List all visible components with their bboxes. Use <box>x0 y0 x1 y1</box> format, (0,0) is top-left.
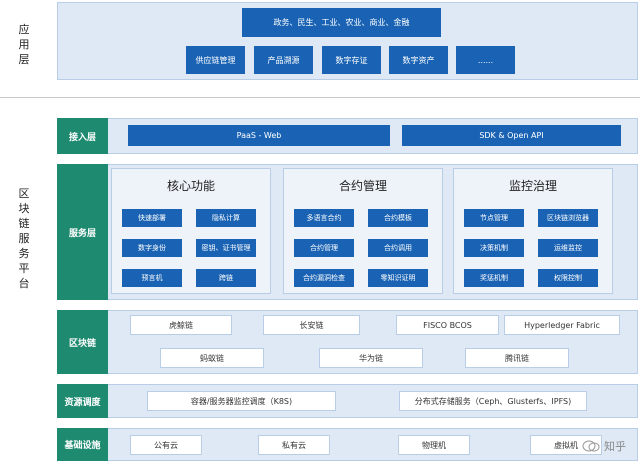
wechat-icon <box>582 440 600 452</box>
infra-item: 公有云 <box>130 435 202 455</box>
service-group-title: 合约管理 <box>338 179 387 193</box>
platform-side-label: 区块链服务平台 <box>18 187 30 290</box>
service-chip: 区块链浏览器 <box>538 209 598 227</box>
service-group-title: 监控治理 <box>508 179 557 193</box>
app-item: 供应链管理 <box>186 46 245 74</box>
app-item: 数字存证 <box>322 46 381 74</box>
app-item: 产品溯源 <box>254 46 313 74</box>
app-item: ...... <box>456 46 515 74</box>
service-chip: 快速部署 <box>122 209 182 227</box>
app-layer-side-label: 应用层 <box>18 23 30 66</box>
access-sdk-api: SDK & Open API <box>402 125 621 146</box>
service-chip: 零知识证明 <box>368 269 428 287</box>
resource-storage: 分布式存储服务（Ceph、Glusterfs、IPFS) <box>399 391 587 411</box>
access-layer-label: 接入层 <box>57 118 108 154</box>
service-chip: 合约调用 <box>368 239 428 257</box>
chain-item: 长安链 <box>263 315 360 335</box>
service-chip: 节点管理 <box>464 209 524 227</box>
infra-item: 物理机 <box>398 435 470 455</box>
infra-item: 私有云 <box>258 435 330 455</box>
app-item: 数字资产 <box>389 46 448 74</box>
service-chip: 多语言合约 <box>294 209 354 227</box>
chain-item: Hyperledger Fabric <box>504 315 620 335</box>
chain-item: 蚂蚁链 <box>160 348 264 368</box>
service-group: 核心功能快速部署 隐私计算 数字身份 密钥、证书管理 预言机 跨链 <box>111 168 271 294</box>
service-chip: 奖惩机制 <box>464 269 524 287</box>
service-chip: 合约管理 <box>294 239 354 257</box>
watermark: 知乎 <box>582 438 626 454</box>
infra-layer-label: 基础设施 <box>57 428 108 461</box>
service-chip: 预言机 <box>122 269 182 287</box>
chain-item: 腾讯链 <box>465 348 569 368</box>
chain-item: 华为链 <box>319 348 423 368</box>
service-group-title: 核心功能 <box>166 179 215 193</box>
watermark-text: 知乎 <box>604 440 626 453</box>
service-chip: 隐私计算 <box>196 209 256 227</box>
service-chip: 决策机制 <box>464 239 524 257</box>
service-chip: 合约模板 <box>368 209 428 227</box>
service-layer-label: 服务层 <box>57 164 108 300</box>
service-group: 监控治理节点管理 区块链浏览器 决策机制 运维监控 奖惩机制 权限控制 <box>453 168 613 294</box>
resource-layer-label: 资源调度 <box>57 384 108 418</box>
layer-divider <box>0 97 640 98</box>
access-paas-web: PaaS - Web <box>128 125 390 146</box>
service-chip: 合约漏洞检查 <box>294 269 354 287</box>
service-group: 合约管理 多语言合约 合约模板 合约管理 合约调用 合约漏洞检查 零知识证明 <box>283 168 443 294</box>
service-chip: 权限控制 <box>538 269 598 287</box>
app-sectors-box: 政务、民生、工业、农业、商业、金融 <box>242 8 441 37</box>
chain-item: 虎鲸链 <box>130 315 232 335</box>
service-chip: 跨链 <box>196 269 256 287</box>
resource-k8s: 容器/服务器监控调度（K8S) <box>147 391 336 411</box>
service-chip: 密钥、证书管理 <box>196 239 256 257</box>
service-chip: 数字身份 <box>122 239 182 257</box>
chain-item: FISCO BCOS <box>396 315 499 335</box>
service-chip: 运维监控 <box>538 239 598 257</box>
blockchain-layer-label: 区块链 <box>57 310 108 374</box>
